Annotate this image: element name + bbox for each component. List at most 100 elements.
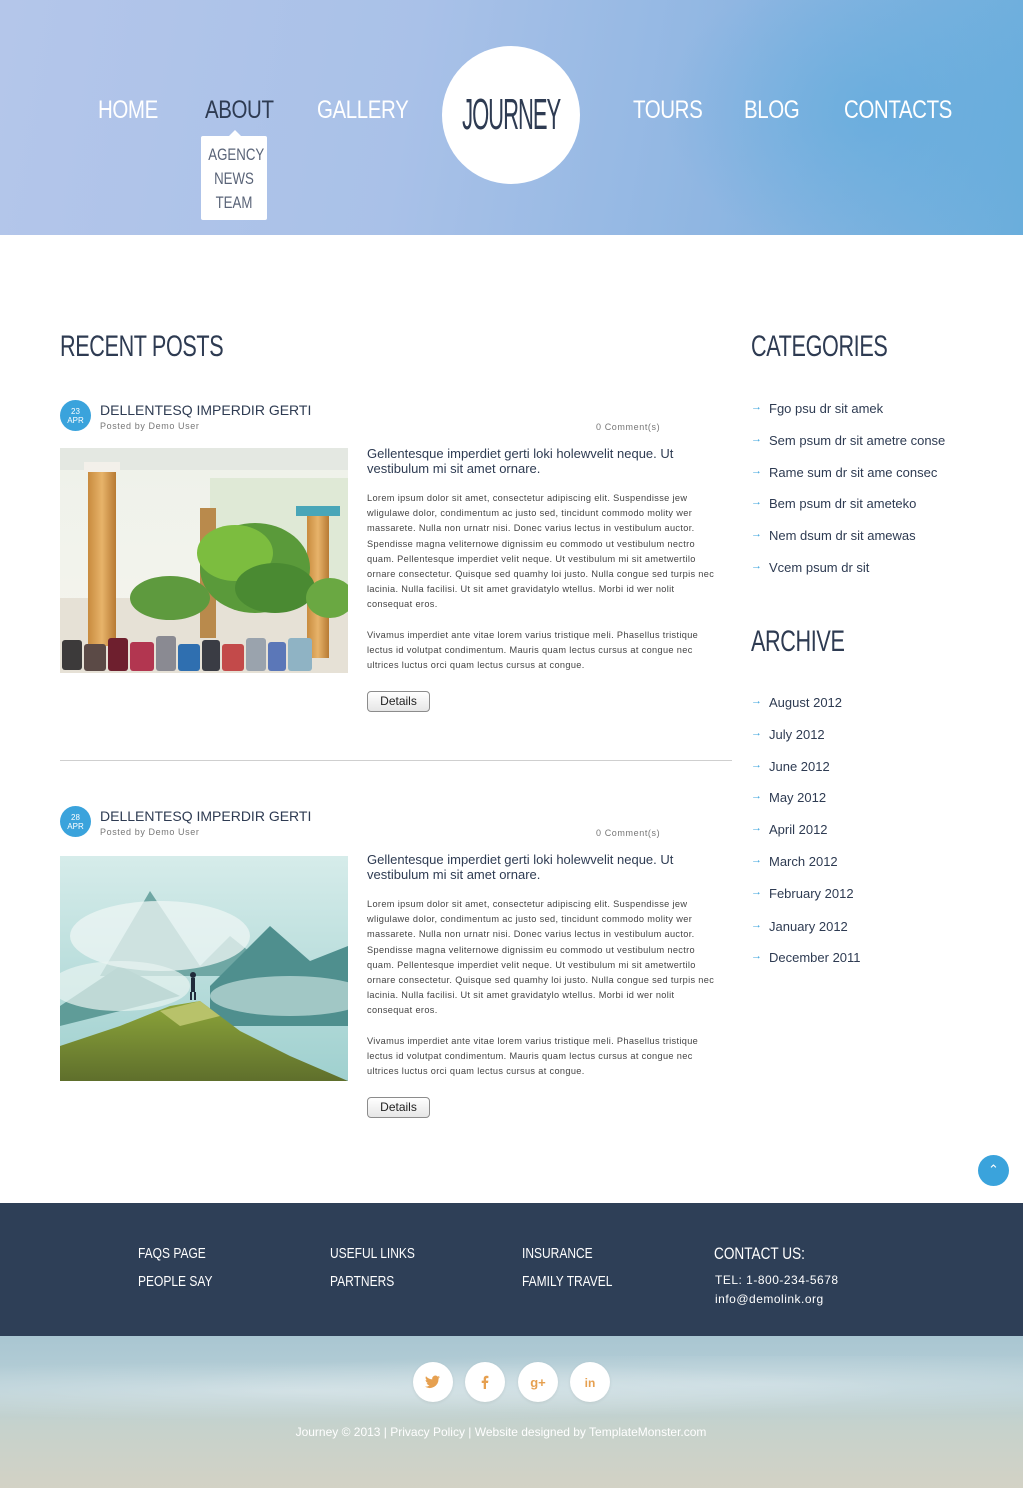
footer-link-useful-links[interactable]: USEFUL LINKS <box>330 1245 415 1262</box>
footer-links-bar: FAQS PAGE PEOPLE SAY USEFUL LINKS PARTNE… <box>0 1203 1023 1336</box>
arrow-right-icon: → <box>751 496 762 508</box>
archive-label: March 2012 <box>769 854 838 869</box>
date-month: APR <box>67 416 84 425</box>
category-item[interactable]: → Fgo psu dr sit amek <box>751 401 945 416</box>
linkedin-icon[interactable]: in <box>570 1362 610 1402</box>
post-comments-link[interactable]: 0 Comment(s) <box>596 422 660 432</box>
footer-link-faqs[interactable]: FAQS PAGE <box>138 1245 206 1262</box>
date-day: 28 <box>71 813 80 822</box>
footer-link-people-say[interactable]: PEOPLE SAY <box>138 1273 212 1290</box>
footer-link-family-travel[interactable]: FAMILY TRAVEL <box>522 1273 612 1290</box>
post-image-mountain[interactable] <box>60 856 348 1081</box>
arrow-right-icon: → <box>751 465 762 477</box>
archive-list: → August 2012 → July 2012 → June 2012 → May … <box>751 695 861 965</box>
post-paragraph: Vivamus imperdiet ante vitae lorem variu… <box>367 629 699 671</box>
google-plus-icon[interactable]: g+ <box>518 1362 558 1402</box>
category-item[interactable]: → Bem psum dr sit ameteko <box>751 496 945 511</box>
arrow-right-icon: → <box>751 695 762 707</box>
archive-label: December 2011 <box>769 950 861 965</box>
category-label: Sem psum dr sit ametre conse <box>769 433 946 448</box>
contact-phone: TEL: 1-800-234-5678 <box>715 1273 839 1287</box>
designer-credit-link[interactable]: Website designed by TemplateMonster.com <box>475 1425 707 1439</box>
post-author: Posted by Demo User <box>100 421 200 431</box>
scroll-to-top-button[interactable]: ⌃ <box>978 1155 1009 1186</box>
date-day: 23 <box>71 407 80 416</box>
archive-item[interactable]: → July 2012 <box>751 727 861 742</box>
category-label: Fgo psu dr sit amek <box>769 401 884 416</box>
post-image-lobby[interactable] <box>60 448 348 673</box>
date-badge: 28 APR <box>60 806 91 837</box>
details-button[interactable]: Details <box>367 691 430 712</box>
archive-item[interactable]: → August 2012 <box>751 695 861 710</box>
mountain-illustration <box>60 856 348 1081</box>
category-item[interactable]: → Sem psum dr sit ametre conse <box>751 433 945 448</box>
archive-item[interactable]: → May 2012 <box>751 790 861 805</box>
arrow-right-icon: → <box>751 950 762 962</box>
category-item[interactable]: → Rame sum dr sit ame consec <box>751 465 945 480</box>
archive-item[interactable]: → February 2012 <box>751 886 861 901</box>
post-paragraph: Lorem ipsum dolor sit amet, consectetur … <box>367 493 715 610</box>
post-title[interactable]: DELLENTESQ IMPERDIR GERTI <box>100 402 311 418</box>
contact-email-link[interactable]: info@demolink.org <box>715 1292 824 1306</box>
category-label: Vcem psum dr sit <box>769 560 870 575</box>
archive-label: January 2012 <box>769 919 848 934</box>
archive-item[interactable]: → April 2012 <box>751 822 861 837</box>
nav-home[interactable]: HOME <box>98 96 158 125</box>
arrow-right-icon: → <box>751 919 762 931</box>
footer-link-partners[interactable]: PARTNERS <box>330 1273 394 1290</box>
arrow-right-icon: → <box>751 790 762 802</box>
chevron-up-icon: ⌃ <box>988 1162 999 1177</box>
categories-list: → Fgo psu dr sit amek → Sem psum dr sit am… <box>751 401 945 575</box>
nav-tours[interactable]: TOURS <box>633 96 703 125</box>
category-item[interactable]: → Nem dsum dr sit amewas <box>751 528 945 543</box>
arrow-right-icon: → <box>751 727 762 739</box>
archive-label: August 2012 <box>769 695 843 710</box>
copyright-separator: | <box>380 1425 391 1439</box>
arrow-right-icon: → <box>751 560 762 572</box>
submenu-news[interactable]: NEWS <box>208 167 259 191</box>
google-plus-glyph: g+ <box>530 1375 546 1390</box>
contact-title: CONTACT US: <box>714 1244 805 1263</box>
footer-link-insurance[interactable]: INSURANCE <box>522 1245 593 1262</box>
facebook-icon[interactable] <box>465 1362 505 1402</box>
post-lead: Gellentesque imperdiet gerti loki holewv… <box>367 852 674 882</box>
nav-gallery[interactable]: GALLERY <box>317 96 409 125</box>
post-divider <box>60 760 732 761</box>
logo-text: JOURNEY <box>461 90 561 139</box>
recent-posts-title: RECENT POSTS <box>60 330 224 363</box>
date-month: APR <box>67 822 84 831</box>
archive-item[interactable]: → June 2012 <box>751 759 861 774</box>
twitter-icon[interactable] <box>413 1362 453 1402</box>
post-paragraph: Lorem ipsum dolor sit amet, consectetur … <box>367 899 715 1016</box>
archive-label: May 2012 <box>769 790 827 805</box>
header: HOME ABOUT GALLERY TOURS BLOG CONTACTS A… <box>0 0 1023 235</box>
post-body: Lorem ipsum dolor sit amet, consectetur … <box>367 491 715 673</box>
archive-label: April 2012 <box>769 822 828 837</box>
copyright: Journey © 2013 | Privacy Policy | Websit… <box>0 1425 1002 1439</box>
linkedin-glyph: in <box>584 1376 596 1390</box>
post-comments-link[interactable]: 0 Comment(s) <box>596 828 660 838</box>
archive-item[interactable]: → March 2012 <box>751 854 861 869</box>
post-author: Posted by Demo User <box>100 827 200 837</box>
archive-item[interactable]: → January 2012 <box>751 919 861 934</box>
privacy-policy-link[interactable]: Privacy Policy <box>390 1425 465 1439</box>
arrow-right-icon: → <box>751 528 762 540</box>
post-title[interactable]: DELLENTESQ IMPERDIR GERTI <box>100 808 311 824</box>
site-logo[interactable]: JOURNEY <box>442 46 580 184</box>
submenu-team[interactable]: TEAM <box>208 191 259 215</box>
arrow-right-icon: → <box>751 854 762 866</box>
arrow-right-icon: → <box>751 401 762 413</box>
arrow-right-icon: → <box>751 886 762 898</box>
post-lead: Gellentesque imperdiet gerti loki holewv… <box>367 446 674 476</box>
nav-contacts[interactable]: CONTACTS <box>844 96 952 125</box>
nav-blog[interactable]: BLOG <box>744 96 800 125</box>
category-item[interactable]: → Vcem psum dr sit <box>751 560 945 575</box>
details-button[interactable]: Details <box>367 1097 430 1118</box>
arrow-right-icon: → <box>751 759 762 771</box>
submenu-agency[interactable]: AGENCY <box>208 143 264 167</box>
facebook-glyph <box>481 1375 489 1389</box>
archive-label: July 2012 <box>769 727 825 742</box>
category-label: Rame sum dr sit ame consec <box>769 465 938 480</box>
archive-item[interactable]: → December 2011 <box>751 950 861 965</box>
nav-about[interactable]: ABOUT <box>205 96 274 125</box>
